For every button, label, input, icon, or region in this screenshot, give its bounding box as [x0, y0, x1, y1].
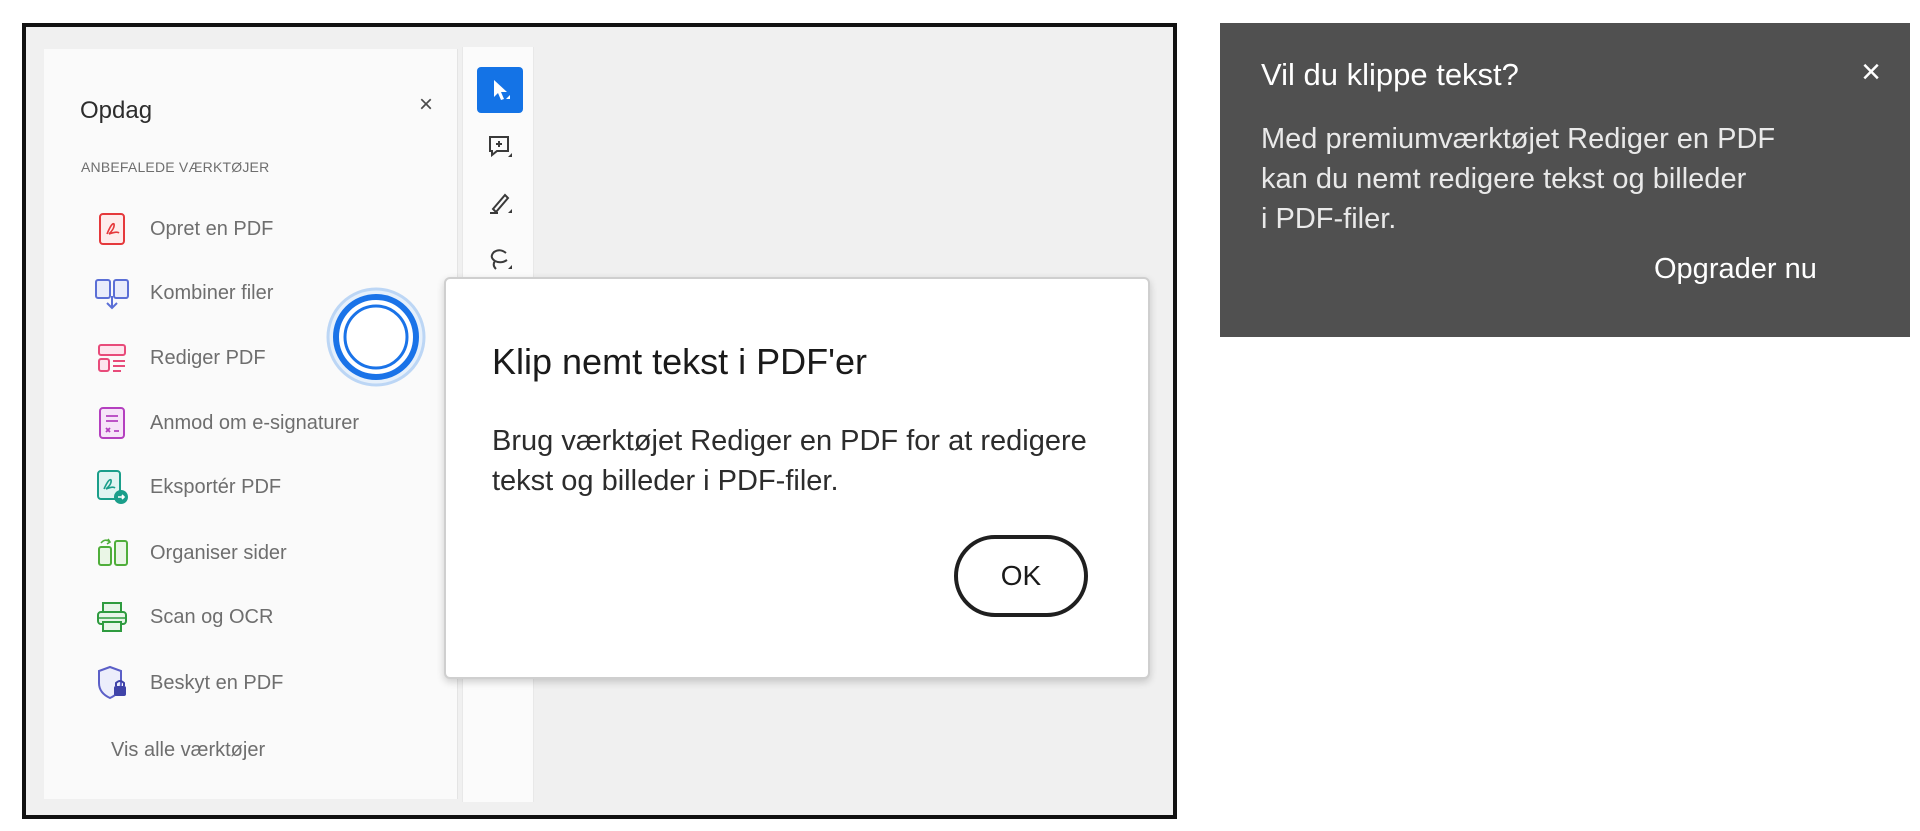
highlight-pulse-indicator — [324, 285, 428, 389]
scan-ocr-icon — [94, 599, 130, 635]
edit-pdf-icon — [94, 340, 130, 376]
close-icon[interactable]: × — [414, 93, 438, 117]
tool-item-protect-pdf[interactable]: Beskyt en PDF — [94, 661, 424, 705]
tool-label: Kombiner filer — [150, 281, 274, 304]
tool-label: Rediger PDF — [150, 346, 266, 369]
tool-item-organize-pages[interactable]: Organiser sider — [94, 531, 424, 575]
export-pdf-icon — [94, 469, 130, 505]
panel-title: Opdag — [80, 97, 153, 124]
tooltip-body-line: Med premiumværktøjet Rediger en PDF — [1261, 123, 1776, 155]
close-icon[interactable]: × — [1856, 55, 1886, 89]
app-screenshot-frame: Opdag × ANBEFALEDE VÆRKTØJER Opret en PD… — [22, 23, 1177, 819]
tool-label: Opret en PDF — [150, 217, 274, 240]
tool-label: Organiser sider — [150, 541, 287, 564]
dialog-body: Brug værktøjet Rediger en PDF for at red… — [492, 425, 1087, 497]
tooltip-body-line: i PDF-filer. — [1261, 203, 1397, 235]
highlight-pen-icon[interactable] — [477, 180, 523, 226]
request-signatures-icon — [94, 405, 130, 441]
create-pdf-icon — [94, 211, 130, 247]
tooltip-body-line: kan du nemt redigere tekst og billeder — [1261, 163, 1747, 195]
tool-label: Scan og OCR — [150, 605, 274, 628]
discover-panel: Opdag × ANBEFALEDE VÆRKTØJER Opret en PD… — [44, 49, 458, 799]
upgrade-now-link[interactable]: Opgrader nu — [1654, 253, 1817, 286]
lasso-draw-icon[interactable] — [477, 236, 523, 282]
tool-item-create-pdf[interactable]: Opret en PDF — [94, 207, 424, 251]
combine-files-icon — [94, 275, 130, 311]
tool-label: Beskyt en PDF — [150, 671, 284, 694]
dialog-title: Klip nemt tekst i PDF'er — [492, 341, 867, 382]
tooltip-title: Vil du klippe tekst? — [1261, 57, 1519, 92]
tool-item-request-signatures[interactable]: Anmod om e-signaturer — [94, 401, 424, 445]
coachmark-dialog: Klip nemt tekst i PDF'er Brug værktøjet … — [444, 277, 1150, 679]
upgrade-tooltip: Vil du klippe tekst? × Med premiumværktø… — [1220, 23, 1910, 337]
tool-item-scan-ocr[interactable]: Scan og OCR — [94, 595, 424, 639]
organize-pages-icon — [94, 535, 130, 571]
select-cursor-icon[interactable] — [477, 67, 523, 113]
tool-label: Anmod om e-signaturer — [150, 411, 359, 434]
add-comment-icon[interactable] — [477, 124, 523, 170]
ok-button[interactable]: OK — [954, 535, 1088, 617]
tooltip-body: Med premiumværktøjet Rediger en PDF kan … — [1261, 119, 1821, 239]
tool-item-export-pdf[interactable]: Eksportér PDF — [94, 465, 424, 509]
view-all-tools-link[interactable]: Vis alle værktøjer — [111, 739, 265, 762]
tool-label: Eksportér PDF — [150, 475, 282, 498]
section-label: ANBEFALEDE VÆRKTØJER — [81, 159, 270, 175]
protect-pdf-icon — [94, 665, 130, 701]
